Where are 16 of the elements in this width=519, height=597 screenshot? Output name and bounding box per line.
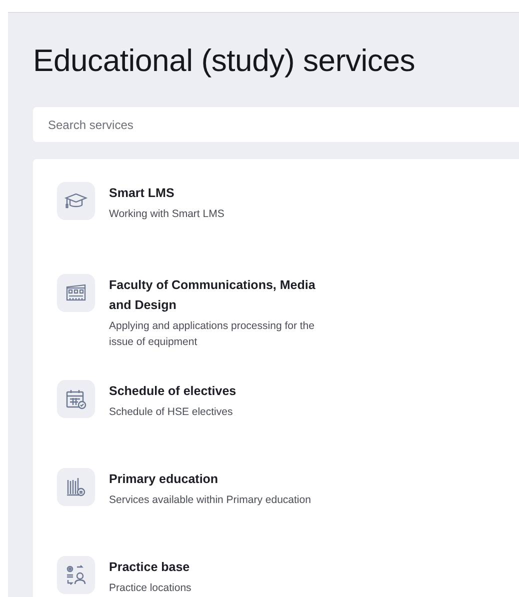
books-icon [57, 468, 95, 506]
service-title[interactable]: Smart LMS [109, 183, 339, 203]
service-description: Practice locations [109, 581, 192, 596]
service-description: Applying and applications processing for the issue of equipment [109, 319, 316, 350]
person-gear-icon [57, 556, 95, 594]
service-description: Working with Smart LMS [109, 207, 226, 222]
service-title[interactable]: Primary education [109, 469, 339, 489]
service-title[interactable]: Faculty of Communications, Media and Design [109, 275, 339, 315]
service-description: Services available within Primary education [109, 493, 312, 508]
service-title[interactable]: Schedule of electives [109, 381, 339, 401]
page-title: Educational (study) services [33, 43, 416, 79]
graduation-cap-icon [57, 182, 95, 220]
service-description: Schedule of HSE electives [109, 405, 234, 420]
search-field[interactable]: Search services [33, 107, 519, 142]
service-title[interactable]: Practice base [109, 557, 339, 577]
calendar-check-icon [57, 380, 95, 418]
